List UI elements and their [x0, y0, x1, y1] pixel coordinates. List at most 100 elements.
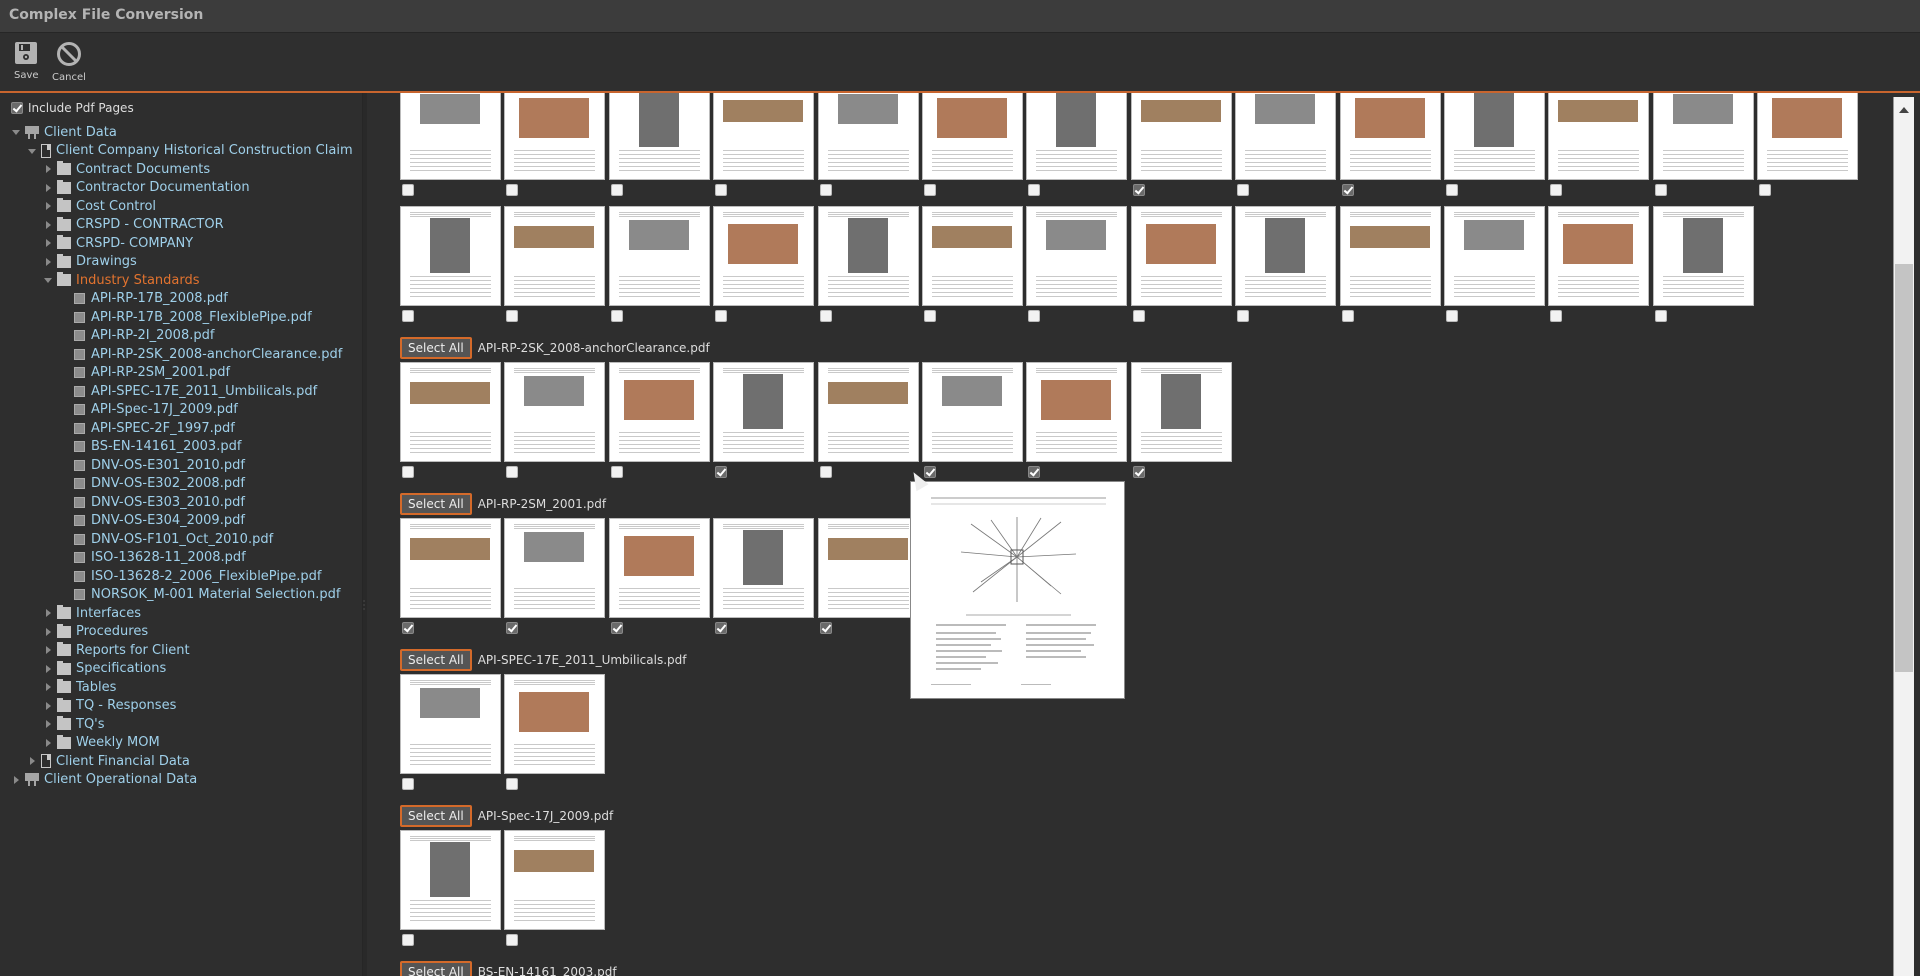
page-thumbnail-image[interactable]	[608, 518, 710, 618]
expand-arrow-icon[interactable]	[43, 719, 53, 729]
page-thumbnail-image[interactable]	[504, 206, 606, 306]
page-select-checkbox[interactable]	[819, 466, 832, 478]
page-select-checkbox[interactable]	[819, 310, 832, 322]
collapse-arrow-icon[interactable]	[43, 275, 53, 285]
page-thumbnail-image[interactable]	[1339, 206, 1441, 306]
page-thumbnail-image[interactable]	[1548, 93, 1650, 180]
tree-item[interactable]: Client Data	[0, 123, 360, 142]
vertical-scrollbar[interactable]	[1893, 97, 1914, 976]
select-all-button[interactable]: Select All	[400, 493, 472, 515]
tree-item[interactable]: API-Spec-17J_2009.pdf	[0, 401, 360, 420]
page-thumbnail-image[interactable]	[608, 206, 710, 306]
expand-arrow-icon[interactable]	[43, 627, 53, 637]
tree-item[interactable]: BS-EN-14161_2003.pdf	[0, 438, 360, 457]
expand-arrow-icon[interactable]	[43, 645, 53, 655]
scrollbar-thumb[interactable]	[1895, 264, 1913, 672]
page-thumbnail-image[interactable]	[1026, 362, 1128, 462]
expand-arrow-icon[interactable]	[27, 756, 37, 766]
page-select-checkbox[interactable]	[923, 310, 936, 322]
tree-item[interactable]: DNV-OS-F101_Oct_2010.pdf	[0, 530, 360, 549]
tree-item[interactable]: TQ's	[0, 715, 360, 734]
page-select-checkbox[interactable]	[1341, 184, 1354, 196]
page-select-checkbox[interactable]	[1132, 184, 1145, 196]
page-select-checkbox[interactable]	[506, 310, 519, 322]
page-select-checkbox[interactable]	[923, 466, 936, 478]
tree-item[interactable]: DNV-OS-E302_2008.pdf	[0, 475, 360, 494]
page-select-checkbox[interactable]	[506, 466, 519, 478]
page-thumbnail-image[interactable]	[921, 362, 1023, 462]
page-select-checkbox[interactable]	[610, 622, 623, 634]
tree-item[interactable]: Interfaces	[0, 604, 360, 623]
tree-item[interactable]: NORSOK_M-001 Material Selection.pdf	[0, 586, 360, 605]
page-select-checkbox[interactable]	[610, 184, 623, 196]
page-thumbnail-image[interactable]	[1026, 206, 1128, 306]
page-thumbnail-image[interactable]	[713, 206, 815, 306]
expand-arrow-icon[interactable]	[43, 664, 53, 674]
page-thumbnail-image[interactable]	[400, 830, 501, 930]
page-select-checkbox[interactable]	[819, 622, 832, 634]
select-all-button[interactable]: Select All	[400, 337, 472, 359]
page-select-checkbox[interactable]	[1445, 184, 1458, 196]
page-thumbnail-image[interactable]	[400, 362, 501, 462]
page-thumbnail-image[interactable]	[1548, 206, 1650, 306]
page-thumbnail-image[interactable]	[400, 206, 501, 306]
page-thumbnail-image[interactable]	[1757, 93, 1859, 180]
page-thumbnail-image[interactable]	[1235, 206, 1337, 306]
tree-item[interactable]: Client Operational Data	[0, 771, 360, 790]
page-select-checkbox[interactable]	[1132, 310, 1145, 322]
tree-item[interactable]: DNV-OS-E301_2010.pdf	[0, 456, 360, 475]
select-all-button[interactable]: Select All	[400, 805, 472, 827]
tree-item[interactable]: TQ - Responses	[0, 697, 360, 716]
page-select-checkbox[interactable]	[610, 310, 623, 322]
page-thumbnail-image[interactable]	[1339, 93, 1441, 180]
page-thumbnail-image[interactable]	[400, 674, 501, 774]
page-select-checkbox[interactable]	[1445, 310, 1458, 322]
page-select-checkbox[interactable]	[1028, 466, 1041, 478]
tree-item[interactable]: Contract Documents	[0, 160, 360, 179]
page-thumbnail-image[interactable]	[400, 93, 501, 180]
save-button[interactable]: Save	[14, 41, 39, 81]
tree-item[interactable]: Client Company Historical Construction C…	[0, 142, 360, 161]
page-select-checkbox[interactable]	[506, 184, 519, 196]
tree-item[interactable]: Weekly MOM	[0, 734, 360, 753]
page-select-checkbox[interactable]	[1550, 184, 1563, 196]
page-select-checkbox[interactable]	[402, 778, 414, 790]
page-thumbnail-image[interactable]	[504, 518, 606, 618]
page-thumbnail-image[interactable]	[608, 93, 710, 180]
tree-item[interactable]: API-SPEC-2F_1997.pdf	[0, 419, 360, 438]
page-thumbnail-image[interactable]	[504, 830, 606, 930]
page-thumbnail-image[interactable]	[921, 93, 1023, 180]
tree-item[interactable]: API-RP-17B_2008_FlexiblePipe.pdf	[0, 308, 360, 327]
page-thumbnail-image[interactable]	[1130, 362, 1232, 462]
page-thumbnail-image[interactable]	[1130, 93, 1232, 180]
page-thumbnail-image[interactable]	[1130, 206, 1232, 306]
page-select-checkbox[interactable]	[1759, 184, 1772, 196]
tree-item[interactable]: DNV-OS-E304_2009.pdf	[0, 512, 360, 531]
page-select-checkbox[interactable]	[402, 310, 414, 322]
tree-item[interactable]: API-RP-17B_2008.pdf	[0, 290, 360, 309]
tree-item[interactable]: ISO-13628-11_2008.pdf	[0, 549, 360, 568]
page-select-checkbox[interactable]	[1654, 310, 1667, 322]
page-select-checkbox[interactable]	[1028, 310, 1041, 322]
page-select-checkbox[interactable]	[715, 310, 728, 322]
expand-arrow-icon[interactable]	[43, 183, 53, 193]
tree-item[interactable]: API-RP-2I_2008.pdf	[0, 327, 360, 346]
page-thumbnail-image[interactable]	[1443, 93, 1545, 180]
expand-arrow-icon[interactable]	[11, 775, 21, 785]
page-thumbnail-image[interactable]	[817, 362, 919, 462]
tree-item[interactable]: CRSPD- COMPANY	[0, 234, 360, 253]
expand-arrow-icon[interactable]	[43, 238, 53, 248]
tree-item[interactable]: Reports for Client	[0, 641, 360, 660]
page-thumbnail-image[interactable]	[921, 206, 1023, 306]
expand-arrow-icon[interactable]	[43, 201, 53, 211]
page-thumbnail-image[interactable]	[817, 93, 919, 180]
cancel-button[interactable]: Cancel	[52, 41, 86, 83]
tree-item[interactable]: Drawings	[0, 253, 360, 272]
expand-arrow-icon[interactable]	[43, 608, 53, 618]
tree-item[interactable]: API-RP-2SM_2001.pdf	[0, 364, 360, 383]
page-select-checkbox[interactable]	[1550, 310, 1563, 322]
include-pdf-pages-option[interactable]: Include Pdf Pages	[11, 101, 134, 115]
scroll-up-arrow-icon[interactable]	[1899, 107, 1909, 113]
expand-arrow-icon[interactable]	[43, 682, 53, 692]
include-pdf-pages-checkbox[interactable]	[11, 102, 23, 114]
